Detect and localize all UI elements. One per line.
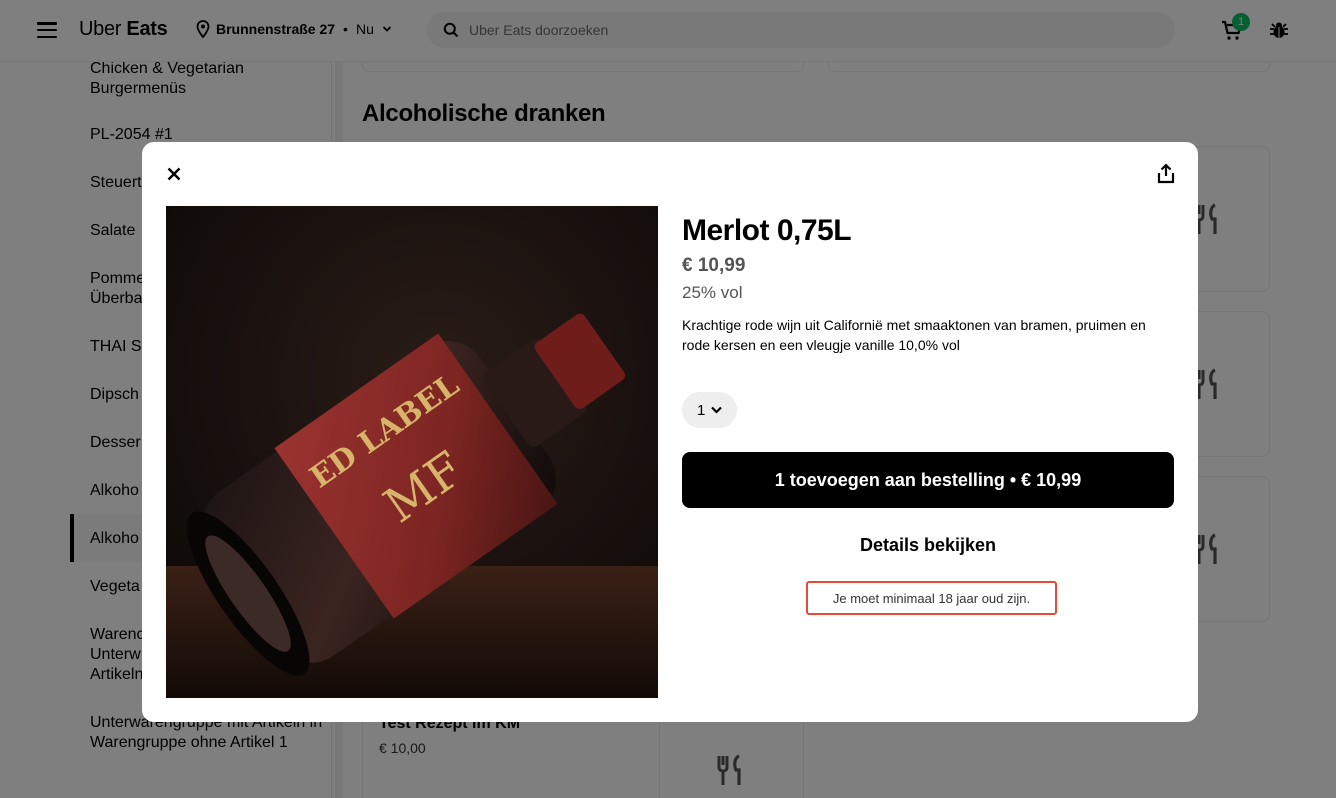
quantity-select[interactable]: 1 xyxy=(682,392,737,428)
age-restriction-warning: Je moet minimaal 18 jaar oud zijn. xyxy=(806,581,1057,615)
product-detail-modal: ED LABEL MF Merlot 0,75L € 10,99 25% vol… xyxy=(142,142,1198,722)
chevron-down-icon xyxy=(711,406,723,414)
quantity-value: 1 xyxy=(697,401,706,419)
product-title: Merlot 0,75L xyxy=(682,214,852,247)
product-volume: 25% vol xyxy=(682,283,743,302)
product-description: Krachtige rode wijn uit Californië met s… xyxy=(682,317,1146,353)
share-icon[interactable] xyxy=(1154,162,1178,186)
close-icon xyxy=(167,167,181,181)
view-details-button[interactable]: Details bekijken xyxy=(682,530,1174,560)
close-button[interactable] xyxy=(162,162,186,186)
product-price: € 10,99 xyxy=(682,255,746,276)
product-image: ED LABEL MF xyxy=(166,206,658,698)
wine-bottle-image: ED LABEL MF xyxy=(166,206,658,698)
add-to-order-button[interactable]: 1 toevoegen aan bestelling • € 10,99 xyxy=(682,452,1174,508)
